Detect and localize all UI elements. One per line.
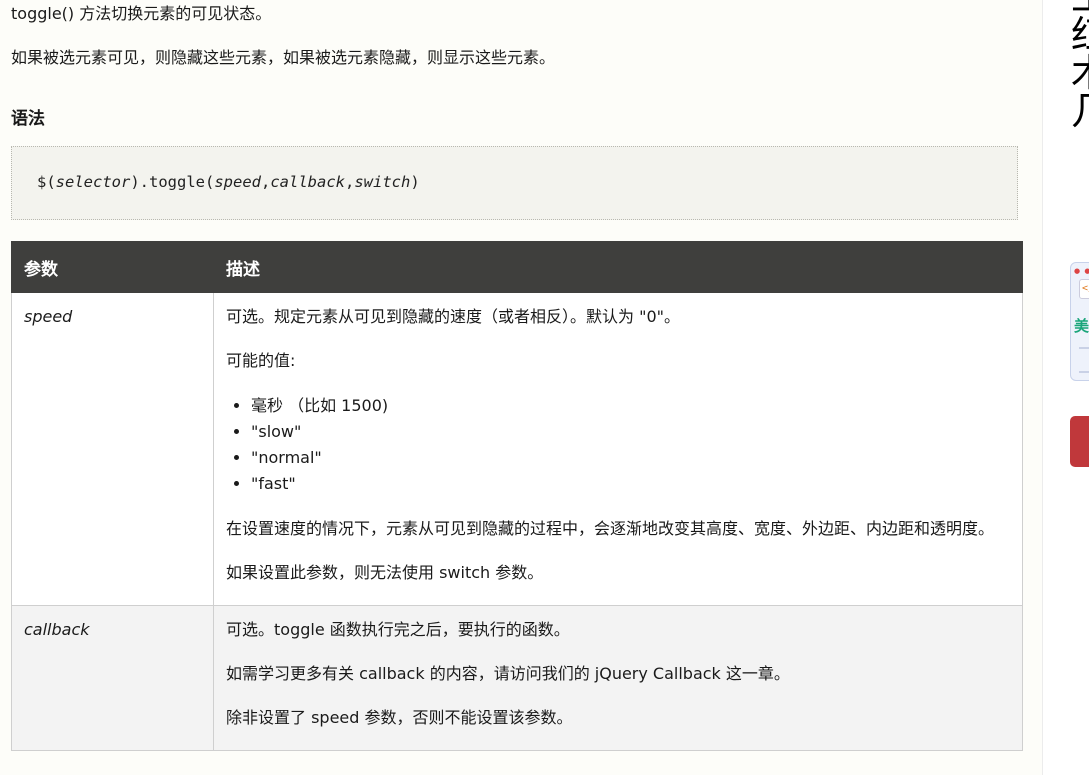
promo-decoration [1079,347,1089,373]
code-comma: , [261,173,271,191]
sidebar-glyph: 木 [1071,54,1089,92]
code-speed-arg: speed [214,173,261,191]
code-suffix: ) [410,173,420,191]
promo-text: 美 [1074,317,1089,335]
code-method: ).toggle( [130,173,215,191]
description-text: 可能的值: [226,351,296,370]
description-text: 可选。toggle 函数执行完之后，要执行的函数。 [226,620,570,639]
param-name-speed: speed [11,292,214,606]
code-callback-arg: callback [270,173,345,191]
intro-description: 如果被选元素可见，则隐藏这些元素，如果被选元素隐藏，则显示这些元素。 [11,48,556,67]
param-name-callback: callback [11,605,214,751]
list-item: "slow" [251,419,1010,445]
description-text: 可选。规定元素从可见到隐藏的速度（或者相反）。默认为 "0"。 [226,307,680,326]
parameters-table: 参数 描述 speed 可选。规定元素从可见到隐藏的速度（或者相反）。默认为 "… [11,241,1023,751]
column-header-parameter: 参数 [11,241,214,293]
intro-text: toggle() 方法切换元素的可见状态。 [11,4,272,23]
description-text: 如需学习更多有关 callback 的内容，请访问我们的 jQuery Call… [226,664,790,683]
sidebar-glyph: 红 [1071,16,1089,54]
table-header-row: 参数 描述 [11,241,1023,293]
code-comma: , [345,173,355,191]
syntax-code-block: $(selector).toggle(speed,callback,switch… [11,146,1018,220]
description-text: 如果设置此参数，则无法使用 switch 参数。 [226,563,544,582]
table-row: callback 可选。toggle 函数执行完之后，要执行的函数。 如需学习更… [11,605,1023,751]
code-prefix: $( [37,173,56,191]
code-switch-arg: switch [354,173,411,191]
right-sidebar: 工 红 木 几 ● ● ● </> 美 [1042,0,1089,775]
window-dots-icon: ● ● ● [1074,267,1089,275]
sidebar-heading-fragment: 工 红 木 几 [1071,0,1089,130]
sidebar-glyph: 几 [1071,92,1089,130]
code-selector-arg: selector [55,173,131,191]
possible-values-list: 毫秒 （比如 1500) "slow" "normal" "fast" [226,393,1010,497]
description-text: 在设置速度的情况下，元素从可见到隐藏的过程中，会逐渐地改变其高度、宽度、外边距、… [226,519,995,538]
param-description-speed: 可选。规定元素从可见到隐藏的速度（或者相反）。默认为 "0"。 可能的值: 毫秒… [213,292,1023,606]
main-content: toggle() 方法切换元素的可见状态。 如果被选元素可见，则隐藏这些元素，如… [0,0,1042,775]
table-row: speed 可选。规定元素从可见到隐藏的速度（或者相反）。默认为 "0"。 可能… [11,292,1023,606]
code-tag-icon: </> [1079,279,1089,299]
sidebar-action-button[interactable] [1070,416,1089,467]
list-item: "fast" [251,471,1010,497]
list-item: "normal" [251,445,1010,471]
syntax-code: $(selector).toggle(speed,callback,switch… [37,173,420,191]
syntax-heading: 语法 [11,109,45,129]
description-text: 除非设置了 speed 参数，否则不能设置该参数。 [226,708,573,727]
column-header-description: 描述 [213,241,1023,293]
param-description-callback: 可选。toggle 函数执行完之后，要执行的函数。 如需学习更多有关 callb… [213,605,1023,751]
promo-ad-card[interactable]: ● ● ● </> 美 [1070,262,1089,381]
list-item: 毫秒 （比如 1500) [251,393,1010,419]
